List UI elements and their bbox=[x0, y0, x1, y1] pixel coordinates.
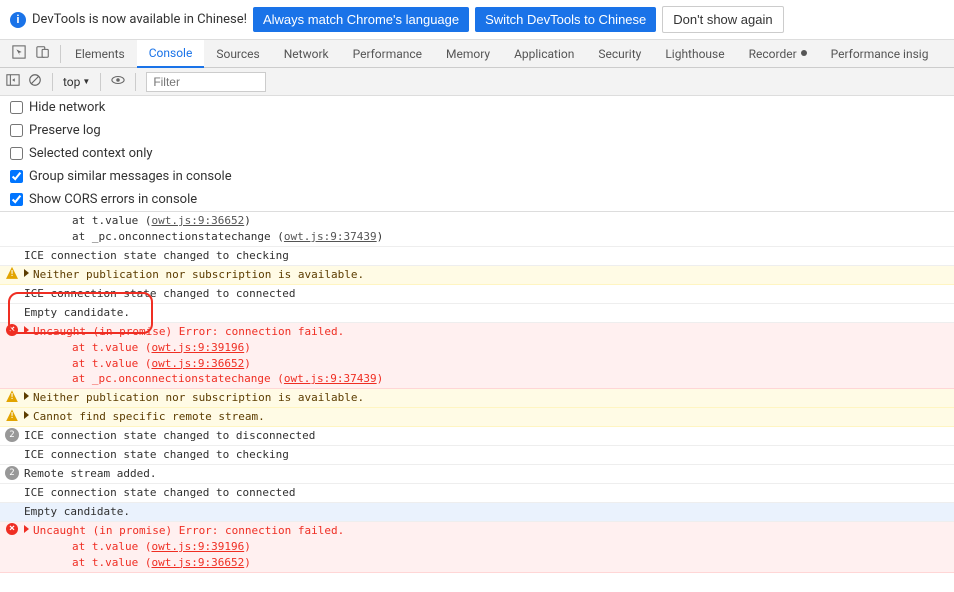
source-link[interactable]: owt.js:9:36652 bbox=[151, 357, 244, 370]
tab-lighthouse[interactable]: Lighthouse bbox=[653, 40, 736, 68]
separator bbox=[135, 73, 136, 91]
preserve-log-label: Preserve log bbox=[29, 123, 101, 138]
group-similar-checkbox[interactable] bbox=[10, 170, 23, 183]
clear-console-icon[interactable] bbox=[28, 73, 42, 90]
hide-network-label: Hide network bbox=[29, 100, 105, 115]
expand-icon[interactable] bbox=[24, 411, 29, 419]
source-link[interactable]: owt.js:9:39196 bbox=[151, 341, 244, 354]
log-row: 2 ICE connection state changed to discon… bbox=[0, 427, 954, 446]
log-row: ICE connection state changed to checking bbox=[0, 446, 954, 465]
console-settings: Hide network Preserve log Selected conte… bbox=[0, 96, 954, 212]
preserve-log-checkbox[interactable] bbox=[10, 124, 23, 137]
tab-sources[interactable]: Sources bbox=[204, 40, 271, 68]
log-row: Empty candidate. bbox=[0, 304, 954, 323]
language-banner: i DevTools is now available in Chinese! … bbox=[0, 0, 954, 40]
group-similar-label: Group similar messages in console bbox=[29, 169, 232, 184]
tab-elements[interactable]: Elements bbox=[63, 40, 137, 68]
source-link[interactable]: owt.js:9:36652 bbox=[151, 556, 244, 569]
info-icon: i bbox=[10, 12, 26, 28]
filter-input[interactable] bbox=[146, 72, 266, 92]
console-output: at t.value (owt.js:9:36652) at _pc.oncon… bbox=[0, 212, 954, 573]
tab-performance-insights[interactable]: Performance insig bbox=[819, 40, 941, 68]
tab-recorder[interactable]: Recorder bbox=[737, 40, 819, 68]
separator bbox=[52, 73, 53, 91]
log-row-error: Uncaught (in promise) Error: connection … bbox=[0, 522, 954, 573]
count-badge: 2 bbox=[5, 428, 19, 442]
expand-icon[interactable] bbox=[24, 392, 29, 400]
show-cors-label: Show CORS errors in console bbox=[29, 192, 197, 207]
log-row: 2 Remote stream added. bbox=[0, 465, 954, 484]
dont-show-again-button[interactable]: Don't show again bbox=[662, 6, 783, 33]
log-row: ICE connection state changed to connecte… bbox=[0, 285, 954, 304]
main-tab-bar: Elements Console Sources Network Perform… bbox=[0, 40, 954, 68]
warning-icon bbox=[6, 409, 18, 421]
warning-icon bbox=[6, 267, 18, 279]
expand-icon[interactable] bbox=[24, 326, 29, 334]
tab-network[interactable]: Network bbox=[272, 40, 341, 68]
console-toolbar: top ▼ bbox=[0, 68, 954, 96]
log-row-warning: Neither publication nor subscription is … bbox=[0, 389, 954, 408]
tab-security[interactable]: Security bbox=[586, 40, 653, 68]
log-row-error: Uncaught (in promise) Error: connection … bbox=[0, 323, 954, 390]
inspect-icon[interactable] bbox=[12, 45, 26, 62]
log-row-warning: Neither publication nor subscription is … bbox=[0, 266, 954, 285]
source-link[interactable]: owt.js:9:37439 bbox=[284, 230, 377, 243]
tab-application[interactable]: Application bbox=[502, 40, 586, 68]
warning-icon bbox=[6, 390, 18, 402]
error-icon bbox=[6, 324, 18, 336]
device-toggle-icon[interactable] bbox=[36, 45, 50, 62]
source-link[interactable]: owt.js:9:36652 bbox=[151, 214, 244, 227]
separator bbox=[100, 73, 101, 91]
source-link[interactable]: owt.js:9:37439 bbox=[284, 372, 377, 385]
log-row: Empty candidate. bbox=[0, 503, 954, 522]
expand-icon[interactable] bbox=[24, 525, 29, 533]
log-row-warning: Cannot find specific remote stream. bbox=[0, 408, 954, 427]
banner-text: DevTools is now available in Chinese! bbox=[32, 12, 247, 27]
preview-badge-icon bbox=[801, 50, 807, 56]
context-selector[interactable]: top ▼ bbox=[63, 75, 90, 89]
show-cors-checkbox[interactable] bbox=[10, 193, 23, 206]
selected-context-checkbox[interactable] bbox=[10, 147, 23, 160]
live-expression-icon[interactable] bbox=[111, 73, 125, 90]
tab-console[interactable]: Console bbox=[137, 40, 205, 68]
tab-performance[interactable]: Performance bbox=[341, 40, 434, 68]
log-row: ICE connection state changed to connecte… bbox=[0, 484, 954, 503]
expand-icon[interactable] bbox=[24, 269, 29, 277]
selected-context-label: Selected context only bbox=[29, 146, 153, 161]
error-icon bbox=[6, 523, 18, 535]
separator bbox=[60, 45, 61, 63]
count-badge: 2 bbox=[5, 466, 19, 480]
hide-network-checkbox[interactable] bbox=[10, 101, 23, 114]
console-sidebar-toggle-icon[interactable] bbox=[6, 73, 20, 90]
log-row: at t.value (owt.js:9:36652) at _pc.oncon… bbox=[0, 212, 954, 247]
always-match-button[interactable]: Always match Chrome's language bbox=[253, 7, 469, 32]
switch-devtools-button[interactable]: Switch DevTools to Chinese bbox=[475, 7, 656, 32]
source-link[interactable]: owt.js:9:39196 bbox=[151, 540, 244, 553]
tab-memory[interactable]: Memory bbox=[434, 40, 502, 68]
log-row: ICE connection state changed to checking bbox=[0, 247, 954, 266]
